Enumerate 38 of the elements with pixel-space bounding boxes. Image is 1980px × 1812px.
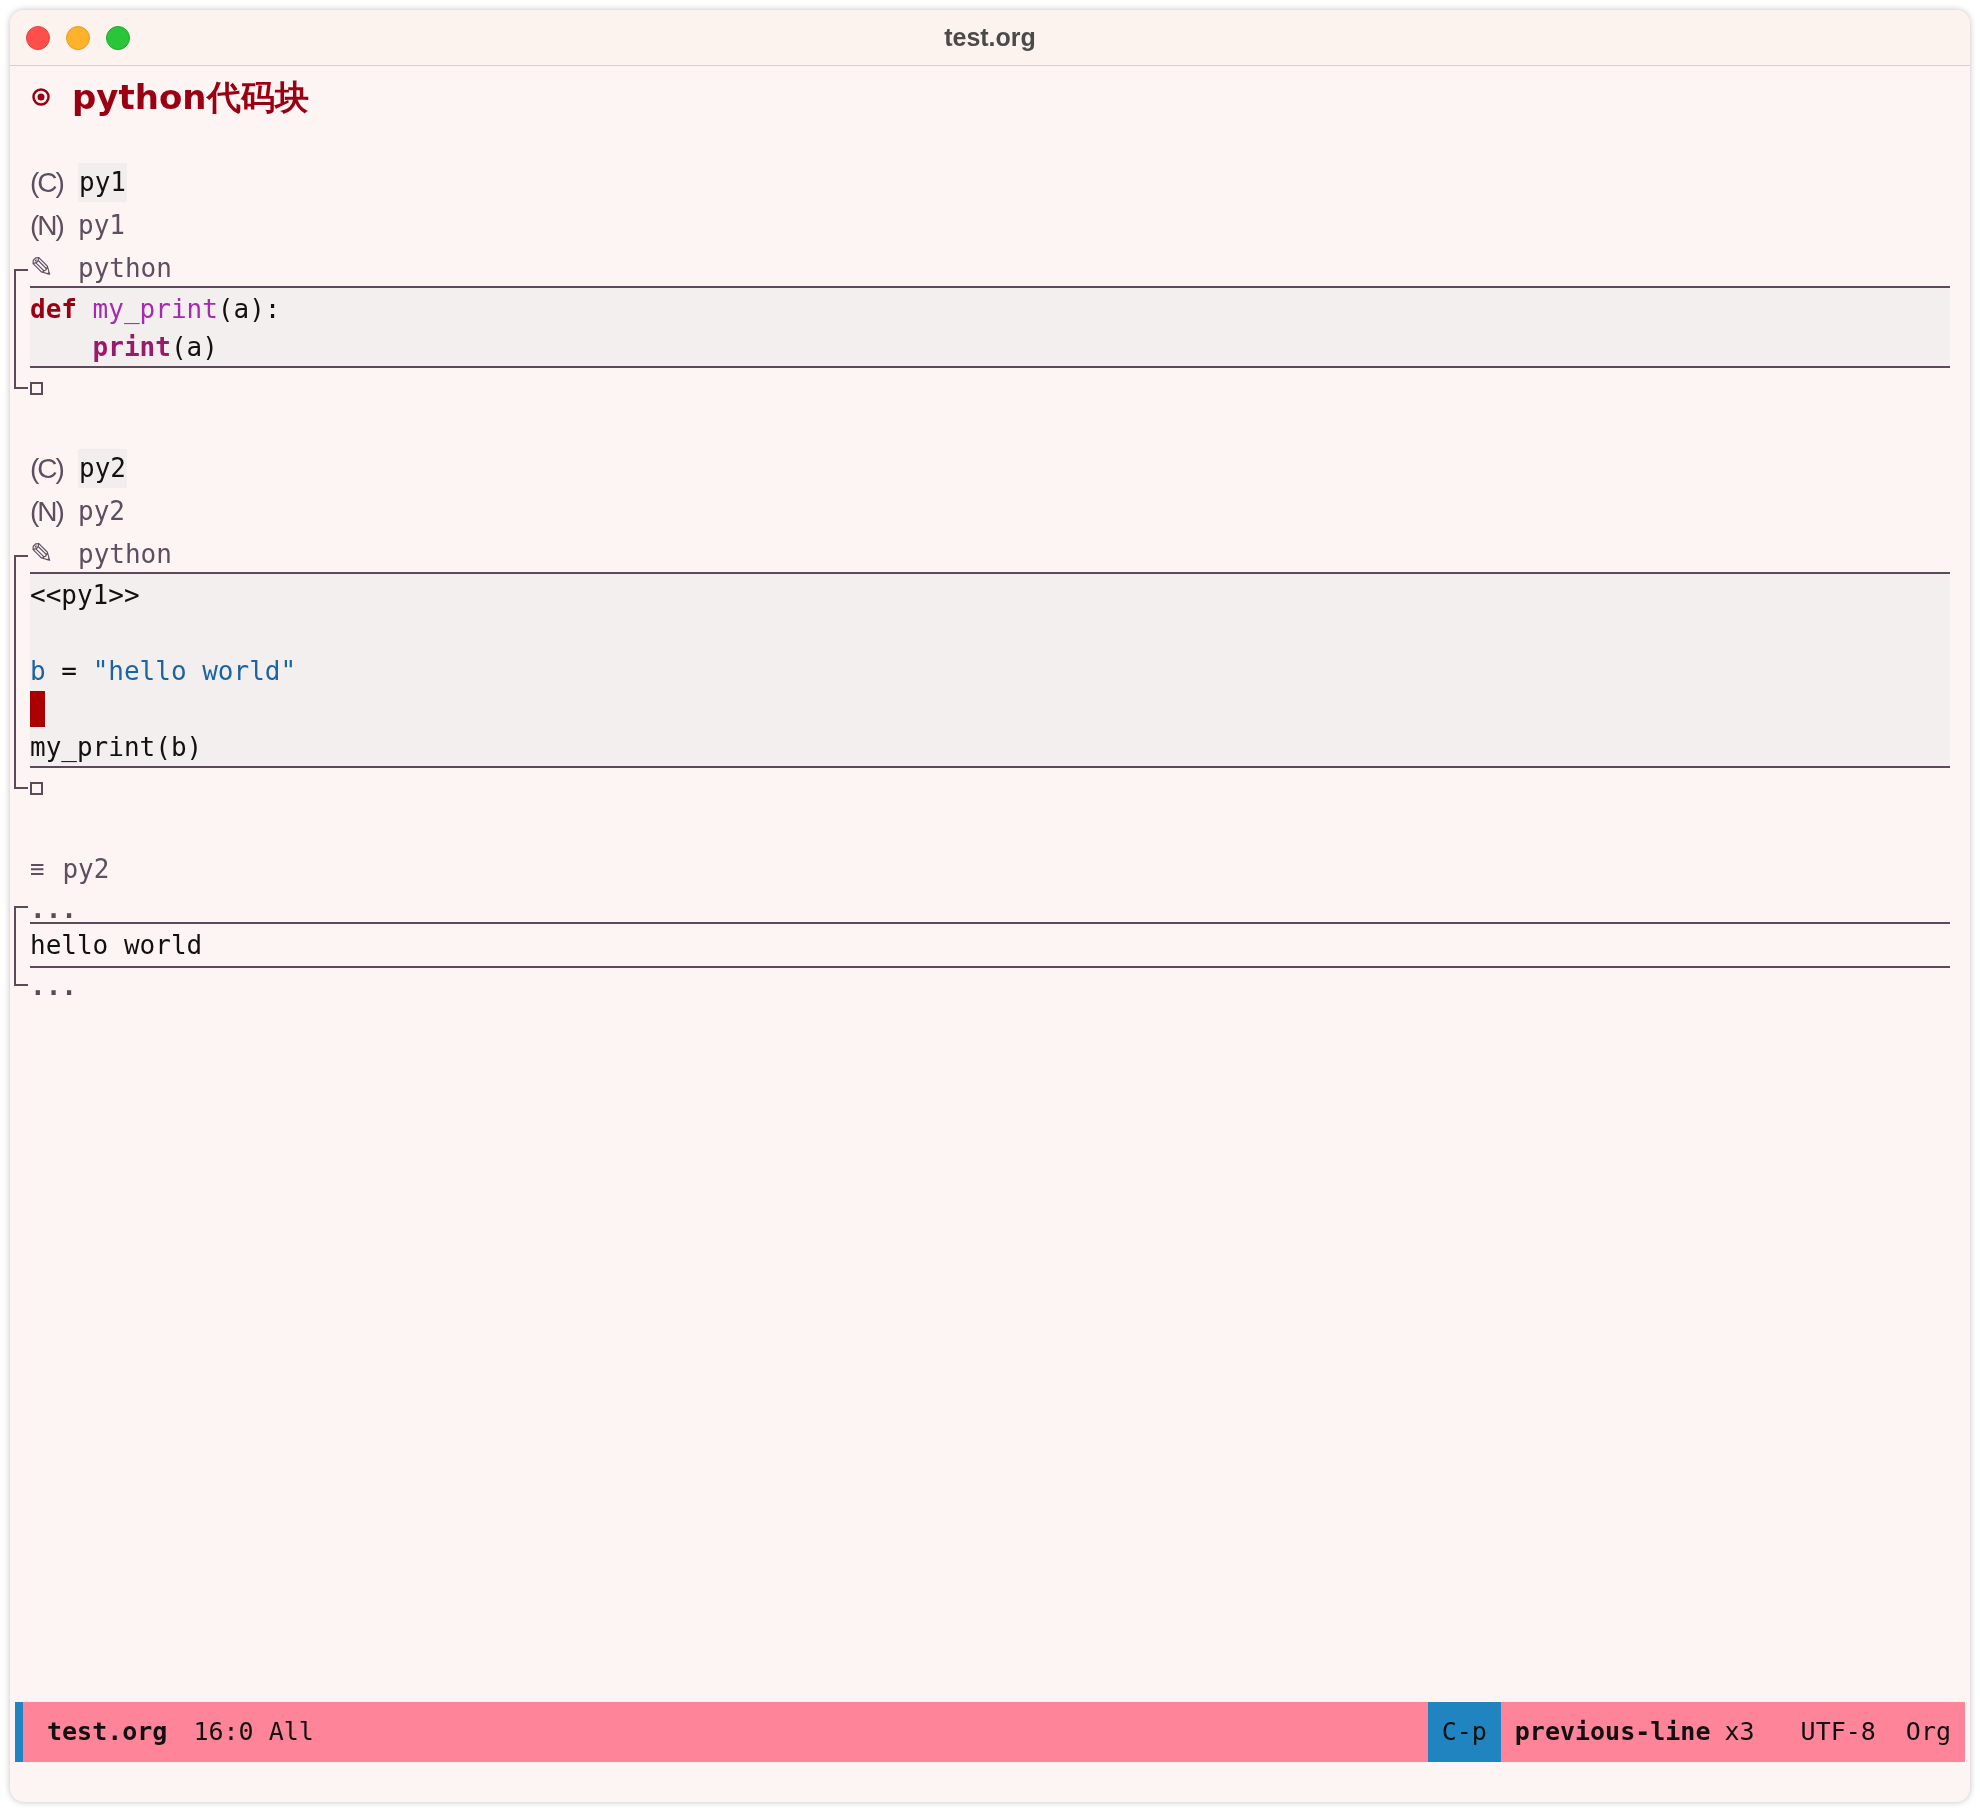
major-mode: Org [1905,1716,1951,1749]
maximize-button[interactable] [106,25,130,50]
heading-bullet-icon [32,88,50,106]
buffer-name: test.org [47,1716,168,1749]
minimize-button[interactable] [66,25,90,50]
fold-ellipsis: ... [30,896,77,922]
code-line: my_print(b) [30,730,203,764]
call-name: py2 [78,449,127,488]
window-title: test.org [944,21,1036,53]
result-line: hello world [30,928,203,962]
text-cursor [30,691,45,727]
code-line: print(a) [91,330,218,364]
code-line: def my_print(a): [30,292,281,326]
call-name: py1 [78,163,127,202]
block-name: py2 [78,495,125,528]
code-line: b = "hello world" [30,654,297,688]
keyword-tag: (N) [30,204,64,247]
close-button[interactable] [26,25,50,50]
keyword-tag: (N) [30,490,64,533]
block-name: py1 [78,209,125,242]
command-name: previous-line [1514,1716,1711,1749]
end-marker-icon [30,781,43,795]
results-marker: ≡ [30,854,45,885]
pencil-glyph: ✎ [30,536,55,572]
encoding: UTF-8 [1800,1716,1876,1749]
repeat-count: x3 [1724,1716,1755,1749]
keyword-tag: (C) [30,447,64,490]
end-marker-icon [30,381,43,395]
code-line: <<py1>> [30,578,140,612]
keyword-tag: (C) [30,161,64,204]
pencil-glyph: ✎ [30,250,55,286]
language-label: python [78,538,172,571]
results-name: py2 [62,852,110,886]
language-label: python [78,252,172,285]
cursor-position: 16:0 All [193,1716,314,1749]
fold-ellipsis: ... [30,973,77,999]
heading: python代码块 [72,75,309,119]
key-indicator: C-p [1427,1702,1501,1762]
